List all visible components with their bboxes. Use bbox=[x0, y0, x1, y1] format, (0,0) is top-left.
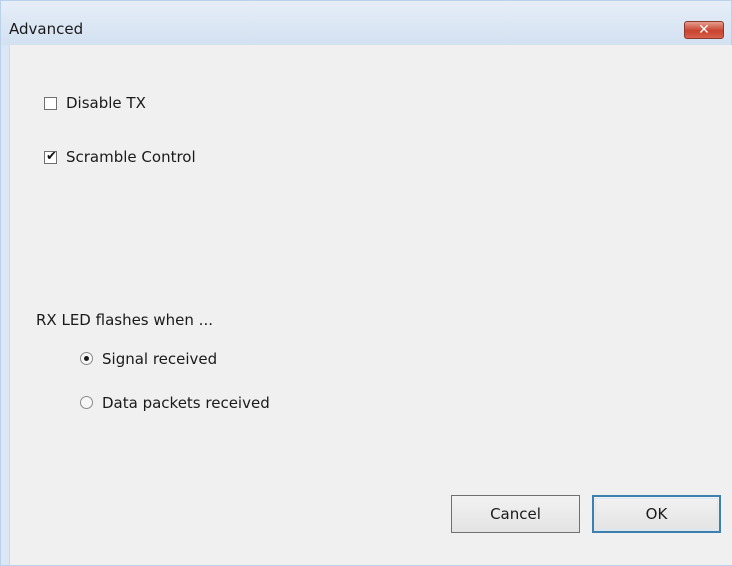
radio-selected-dot bbox=[84, 356, 89, 361]
window-title: Advanced bbox=[9, 20, 84, 38]
disable-tx-label[interactable]: Disable TX bbox=[66, 94, 146, 112]
scramble-control-label[interactable]: Scramble Control bbox=[66, 148, 196, 166]
dialog-body: Disable TX ✔ Scramble Control RX LED fla… bbox=[9, 45, 732, 565]
advanced-dialog: Advanced ✕ Disable TX ✔ Scramble Control… bbox=[0, 0, 732, 566]
close-button[interactable]: ✕ bbox=[684, 21, 724, 39]
signal-received-radio[interactable] bbox=[80, 352, 93, 365]
close-icon: ✕ bbox=[698, 22, 710, 38]
cancel-button[interactable]: Cancel bbox=[451, 495, 580, 533]
data-packets-received-label[interactable]: Data packets received bbox=[102, 394, 270, 412]
title-bar[interactable]: Advanced ✕ bbox=[1, 1, 731, 45]
cancel-button-label: Cancel bbox=[490, 505, 541, 523]
disable-tx-checkbox[interactable] bbox=[44, 97, 57, 110]
check-icon: ✔ bbox=[46, 149, 57, 164]
data-packets-received-radio[interactable] bbox=[80, 396, 93, 409]
ok-button[interactable]: OK bbox=[592, 495, 721, 533]
rx-led-heading: RX LED flashes when ... bbox=[36, 311, 213, 329]
ok-button-label: OK bbox=[645, 505, 668, 523]
scramble-control-checkbox[interactable]: ✔ bbox=[44, 149, 57, 164]
signal-received-label[interactable]: Signal received bbox=[102, 350, 217, 368]
